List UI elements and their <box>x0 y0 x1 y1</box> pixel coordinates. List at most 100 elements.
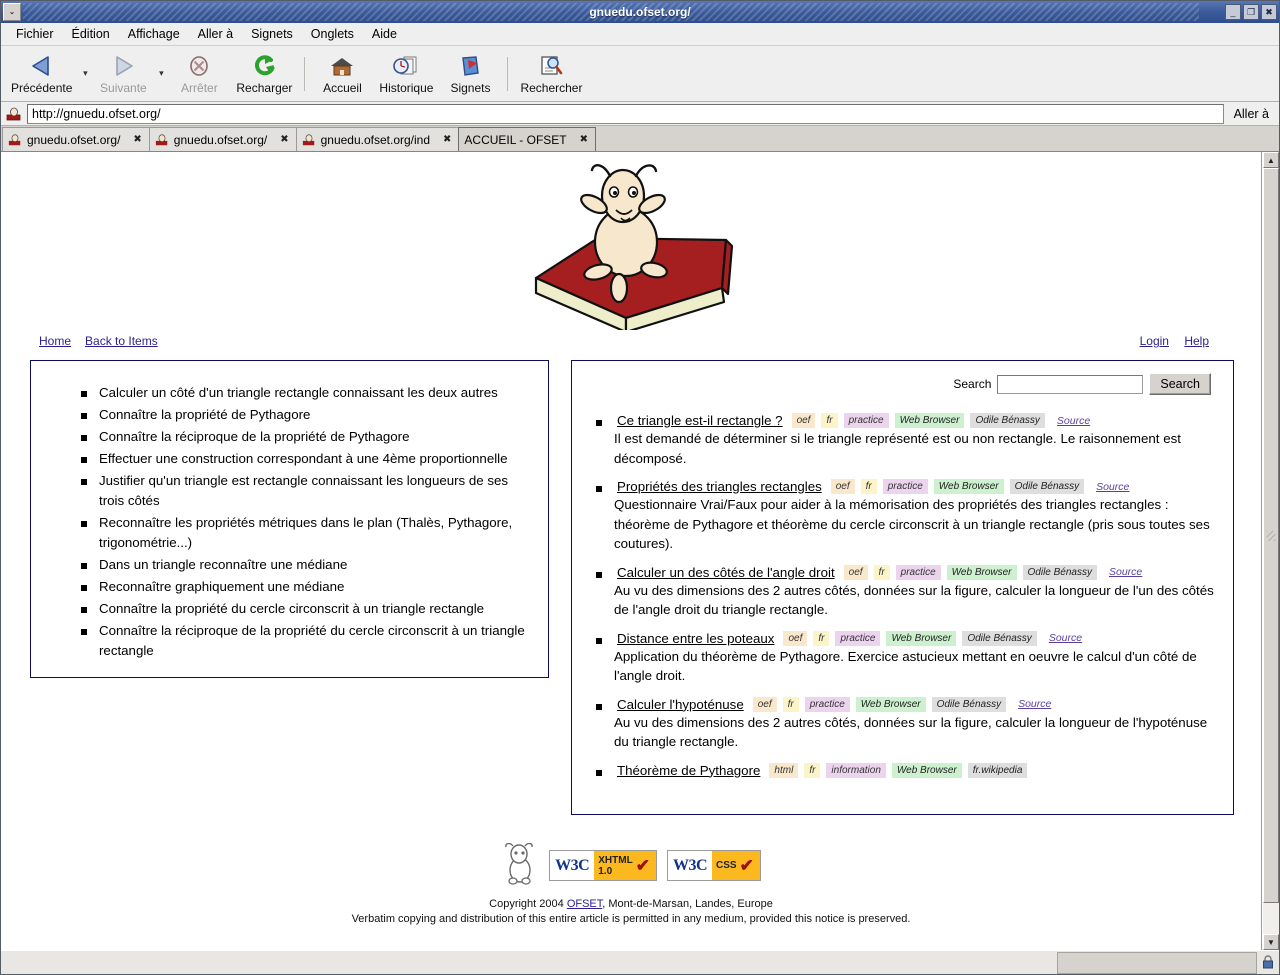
tab-4-close-icon[interactable]: ✖ <box>580 134 588 145</box>
address-bar: Aller à <box>1 102 1279 126</box>
back-history-dropdown[interactable]: ▾ <box>78 48 92 100</box>
history-button[interactable]: Historique <box>373 48 439 100</box>
search-toolbar-button[interactable]: Rechercher <box>514 48 588 100</box>
search-input[interactable] <box>997 374 1144 394</box>
list-item: Reconnaître les propriétés métriques dan… <box>81 513 534 553</box>
badge-tool: Web Browser <box>946 564 1017 580</box>
close-icon[interactable]: ✖ <box>1261 4 1277 20</box>
menu-item-onglets[interactable]: Onglets <box>302 25 363 43</box>
window-menu-button[interactable]: ⌄ <box>3 3 21 21</box>
resource-description: Il est demandé de déterminer si le trian… <box>614 431 1181 466</box>
status-progress-pane <box>1057 951 1257 974</box>
badge-tool: Web Browser <box>855 696 926 712</box>
badge-format: oef <box>752 696 777 712</box>
reload-button[interactable]: Recharger <box>230 48 298 100</box>
search-toolbar-label: Rechercher <box>520 81 583 95</box>
tab-2[interactable]: gnuedu.ofset.org/ ✖ <box>148 127 297 151</box>
tab-2-close-icon[interactable]: ✖ <box>280 134 288 145</box>
menu-item-fichier[interactable]: Fichier <box>7 25 63 43</box>
reload-button-label: Recharger <box>236 81 293 95</box>
home-button[interactable]: Accueil <box>311 48 373 100</box>
url-input[interactable] <box>27 103 1224 124</box>
resource-description: Application du théorème de Pythagore. Ex… <box>614 648 1197 684</box>
badge-author: Odile Bénassy <box>962 630 1037 646</box>
menu-item-aller-a[interactable]: Aller à <box>189 25 242 43</box>
badge-language: fr <box>873 564 890 580</box>
list-item: Propriétés des triangles rectangles oef … <box>596 479 1219 554</box>
list-item: Reconnaître graphiquement une médiane <box>81 577 534 597</box>
resource-title-link[interactable]: Ce triangle est-il rectangle ? <box>614 413 786 428</box>
nav-back-to-items-link[interactable]: Back to Items <box>85 334 158 348</box>
vertical-scrollbar[interactable]: ▲ ▼ <box>1262 152 1279 950</box>
scroll-up-icon[interactable]: ▲ <box>1263 152 1279 168</box>
resource-source-link[interactable]: Source <box>1109 566 1142 578</box>
stop-button[interactable]: Arrêter <box>168 48 230 100</box>
badge-language: fr <box>860 479 877 494</box>
nav-home-link[interactable]: Home <box>39 334 71 348</box>
resource-source-link[interactable]: Source <box>1096 481 1129 493</box>
w3c-logo-text: W3C <box>667 851 712 880</box>
breadcrumb: Home Back to Items Login Help <box>1 330 1261 352</box>
list-item: Calculer un des côtés de l'angle droit o… <box>596 564 1219 620</box>
menu-item-edition[interactable]: Édition <box>63 25 119 43</box>
tab-1[interactable]: gnuedu.ofset.org/ ✖ <box>2 127 150 151</box>
xhtml-badge-line2: 1.0 <box>598 865 613 877</box>
menu-item-aide[interactable]: Aide <box>363 25 406 43</box>
resource-title-link[interactable]: Calculer l'hypoténuse <box>614 697 747 712</box>
tab-1-close-icon[interactable]: ✖ <box>133 134 141 145</box>
badge-author: Odile Bénassy <box>1022 564 1097 580</box>
menu-item-signets[interactable]: Signets <box>242 25 302 43</box>
resource-source-link[interactable]: Source <box>1018 698 1051 710</box>
resource-header: Propriétés des triangles rectangles oef … <box>614 479 1219 494</box>
nav-right-group: Login Help <box>1128 334 1209 348</box>
bookmarks-button[interactable]: Signets <box>439 48 501 100</box>
w3c-logo-text: W3C <box>550 851 595 880</box>
checkmark-icon: ✔ <box>739 856 754 875</box>
go-button[interactable]: Aller à <box>1228 107 1275 121</box>
tab-3-label: gnuedu.ofset.org/ind <box>320 132 431 147</box>
badge-kind: practice <box>882 479 928 494</box>
search-button[interactable]: Search <box>1149 373 1211 395</box>
resource-source-link[interactable]: Source <box>1049 632 1082 644</box>
menu-bar: Fichier Édition Affichage Aller à Signet… <box>1 23 1279 46</box>
tab-3[interactable]: gnuedu.ofset.org/ind ✖ <box>295 127 460 151</box>
badge-tool: Web Browser <box>886 630 957 646</box>
copyright-block: Copyright 2004 OFSET, Mont-de-Marsan, La… <box>1 897 1261 927</box>
badge-kind: practice <box>804 696 850 712</box>
badge-language: fr <box>804 762 821 778</box>
nav-login-link[interactable]: Login <box>1140 334 1169 348</box>
xhtml-badge-line1: XHTML <box>598 854 633 866</box>
css-validation-badge[interactable]: W3C CSS ✔ <box>666 850 761 881</box>
home-button-label: Accueil <box>323 81 362 95</box>
scrollbar-track[interactable] <box>1263 168 1279 934</box>
maximize-icon[interactable]: ❐ <box>1243 4 1259 20</box>
back-button-label: Précédente <box>11 81 73 95</box>
navigation-toolbar: Précédente ▾ Suivante ▾ Arrêter Recharge… <box>1 46 1279 102</box>
resource-source-link[interactable]: Source <box>1057 415 1090 427</box>
search-label: Search <box>953 377 992 391</box>
security-lock-icon[interactable] <box>1257 955 1279 970</box>
site-logo <box>1 152 1261 334</box>
resource-title-link[interactable]: Théorème de Pythagore <box>614 763 763 778</box>
badge-kind: practice <box>895 564 941 580</box>
resource-title-link[interactable]: Calculer un des côtés de l'angle droit <box>614 565 838 580</box>
menu-item-affichage[interactable]: Affichage <box>119 25 189 43</box>
forward-button[interactable]: Suivante <box>92 48 154 100</box>
resource-title-link[interactable]: Propriétés des triangles rectangles <box>614 479 825 494</box>
css-badge-body: CSS ✔ <box>712 851 760 880</box>
scrollbar-thumb[interactable] <box>1263 168 1279 904</box>
tab-1-label: gnuedu.ofset.org/ <box>27 132 121 147</box>
scroll-down-icon[interactable]: ▼ <box>1263 934 1279 950</box>
resource-title-link[interactable]: Distance entre les poteaux <box>614 631 777 646</box>
xhtml-validation-badge[interactable]: W3C XHTML 1.0 ✔ <box>549 850 657 881</box>
back-button[interactable]: Précédente <box>5 48 78 100</box>
forward-history-dropdown[interactable]: ▾ <box>154 48 168 100</box>
tab-4-label: ACCUEIL - OFSET <box>464 132 567 147</box>
tab-4[interactable]: ACCUEIL - OFSET ✖ <box>458 127 597 151</box>
tab-favicon-icon <box>302 133 316 147</box>
validation-badges: W3C XHTML 1.0 ✔ W3C CSS ✔ <box>1 842 1261 888</box>
nav-help-link[interactable]: Help <box>1184 334 1209 348</box>
ofset-link[interactable]: OFSET <box>567 898 602 910</box>
minimize-icon[interactable]: _ <box>1225 4 1241 20</box>
tab-3-close-icon[interactable]: ✖ <box>443 134 451 145</box>
